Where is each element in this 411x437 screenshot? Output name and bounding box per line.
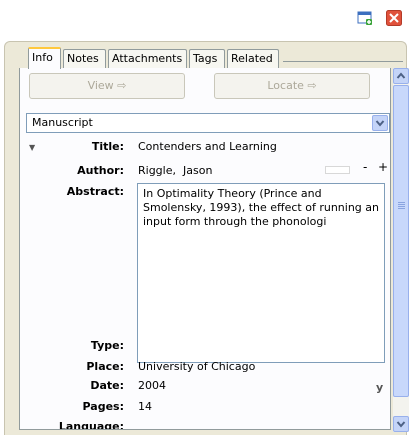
grip-line xyxy=(398,206,405,207)
creator-toggle-icon[interactable]: ▼ xyxy=(29,143,35,152)
abstract-label: Abstract: xyxy=(66,185,124,198)
scrollbar[interactable] xyxy=(393,68,409,432)
date-format-indicator: y xyxy=(376,381,384,394)
tab-tags[interactable]: Tags xyxy=(189,49,225,68)
scroll-thumb[interactable] xyxy=(393,85,409,397)
tab-notes[interactable]: Notes xyxy=(63,49,106,68)
author-label[interactable]: Author: xyxy=(20,164,124,177)
place-field[interactable]: University of Chicago xyxy=(138,360,255,373)
author-last-name-field[interactable]: Riggle, xyxy=(138,164,176,177)
grip-line xyxy=(398,208,405,209)
abstract-field[interactable]: In Optimality Theory (Prince and Smolens… xyxy=(137,183,385,363)
type-label: Type: xyxy=(90,339,124,352)
remove-creator-button[interactable]: - xyxy=(363,160,367,174)
tab-related[interactable]: Related xyxy=(227,49,279,68)
title-field[interactable]: Contenders and Learning xyxy=(138,140,277,153)
pages-field[interactable]: 14 xyxy=(138,400,152,413)
scroll-up-icon[interactable] xyxy=(393,68,409,84)
tab-label: Attachments xyxy=(112,52,183,65)
date-field[interactable]: 2004 xyxy=(138,379,166,392)
tab-attachments[interactable]: Attachments xyxy=(108,49,187,68)
tab-label: Related xyxy=(231,52,273,65)
close-icon[interactable] xyxy=(386,10,402,26)
author-first-name-field[interactable]: Jason xyxy=(183,164,212,177)
title-label: Title: xyxy=(91,140,124,153)
add-creator-button[interactable]: + xyxy=(378,160,388,174)
chevron-down-icon[interactable] xyxy=(372,115,388,131)
scroll-down-icon[interactable] xyxy=(393,416,409,432)
tab-label: Tags xyxy=(193,52,218,65)
view-button[interactable]: View ⇨ xyxy=(29,73,185,99)
tab-label: Info xyxy=(32,51,53,64)
new-window-icon[interactable] xyxy=(357,10,373,26)
grip-line xyxy=(398,204,405,205)
creator-mode-switch[interactable] xyxy=(325,166,350,174)
info-content: View ⇨ Locate ⇨ Manuscript Title: Conten… xyxy=(19,68,391,430)
tab-label: Notes xyxy=(67,52,99,65)
item-type-value: Manuscript xyxy=(32,116,93,129)
place-label: Place: xyxy=(86,360,124,373)
tab-strip-line xyxy=(283,61,403,62)
date-label: Date: xyxy=(90,379,124,392)
tab-info[interactable]: Info xyxy=(28,47,61,69)
item-type-select[interactable]: Manuscript xyxy=(26,113,390,133)
language-label: Language: xyxy=(58,420,124,430)
pages-label: Pages: xyxy=(82,400,124,413)
locate-button[interactable]: Locate ⇨ xyxy=(214,73,370,99)
grip-line xyxy=(398,202,405,203)
